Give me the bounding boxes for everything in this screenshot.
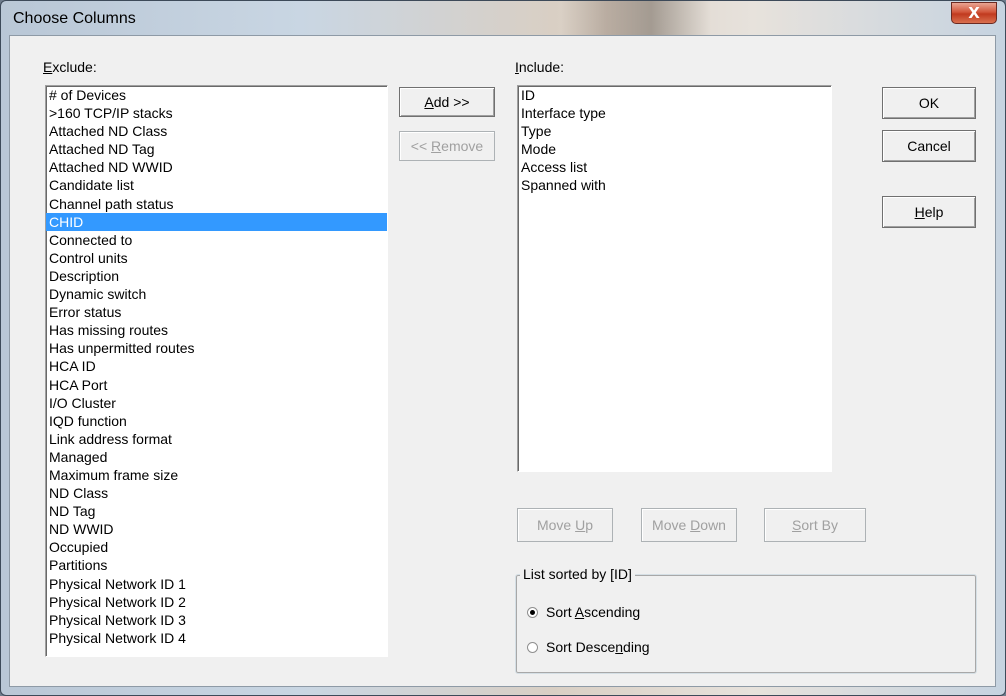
exclude-list-item[interactable]: Dynamic switch xyxy=(46,285,387,303)
exclude-list-item[interactable]: Error status xyxy=(46,303,387,321)
close-button[interactable]: X xyxy=(951,2,997,24)
cancel-button[interactable]: Cancel xyxy=(882,130,976,162)
radio-selected-icon xyxy=(527,606,538,618)
exclude-list-item[interactable]: ND Class xyxy=(46,484,387,502)
exclude-list-item[interactable]: Connected to xyxy=(46,231,387,249)
ok-button[interactable]: OK xyxy=(882,87,976,119)
exclude-list-item[interactable]: Link address format xyxy=(46,430,387,448)
exclude-list-item[interactable]: ND WWID xyxy=(46,520,387,538)
exclude-list-item[interactable]: Physical Network ID 2 xyxy=(46,593,387,611)
exclude-list-item[interactable]: Occupied xyxy=(46,538,387,556)
title-bar-decoration xyxy=(561,1,711,37)
remove-button[interactable]: << Remove xyxy=(399,131,495,161)
exclude-list-item[interactable]: Description xyxy=(46,267,387,285)
sort-ascending-radio[interactable]: Sort Ascending xyxy=(527,604,640,620)
radio-unselected-icon xyxy=(527,641,538,653)
exclude-list-item[interactable]: Channel path status xyxy=(46,195,387,213)
exclude-list-item[interactable]: I/O Cluster xyxy=(46,394,387,412)
include-label: Include: xyxy=(515,59,565,75)
exclude-list-item[interactable]: Partitions xyxy=(46,556,387,574)
exclude-list-item[interactable]: ND Tag xyxy=(46,502,387,520)
exclude-list-item[interactable]: Has unpermitted routes xyxy=(46,339,387,357)
exclude-label: Exclude: xyxy=(43,59,97,75)
exclude-list-item[interactable]: IQD function xyxy=(46,412,387,430)
exclude-list-item[interactable]: Attached ND Tag xyxy=(46,140,387,158)
exclude-list-item[interactable]: Maximum frame size xyxy=(46,466,387,484)
exclude-list-item[interactable]: HCA ID xyxy=(46,357,387,375)
include-list-item[interactable]: Mode xyxy=(518,140,831,158)
close-icon: X xyxy=(968,4,980,22)
include-list-item[interactable]: ID xyxy=(518,86,831,104)
help-button[interactable]: Help xyxy=(882,196,976,228)
exclude-list-item[interactable]: Control units xyxy=(46,249,387,267)
move-down-button[interactable]: Move Down xyxy=(641,508,737,542)
sort-descending-label: Sort Descending xyxy=(546,639,650,655)
include-list-item[interactable]: Spanned with xyxy=(518,176,831,194)
include-list-item[interactable]: Type xyxy=(518,122,831,140)
include-list-item[interactable]: Interface type xyxy=(518,104,831,122)
include-listbox[interactable]: ID Interface type Type Mode Access list Spann… xyxy=(517,85,832,472)
exclude-list-item[interactable]: Managed xyxy=(46,448,387,466)
include-list-item[interactable]: Access list xyxy=(518,158,831,176)
exclude-list-item[interactable]: Candidate list xyxy=(46,176,387,194)
exclude-list-item[interactable]: Has missing routes xyxy=(46,321,387,339)
add-button[interactable]: Add >> xyxy=(399,87,495,117)
title-bar[interactable]: Choose Columns X xyxy=(1,1,1005,37)
sort-order-groupbox xyxy=(515,574,977,674)
sort-order-group-title: List sorted by [ID] xyxy=(520,566,635,582)
exclude-list-item[interactable]: Physical Network ID 1 xyxy=(46,575,387,593)
exclude-list-item[interactable]: Physical Network ID 4 xyxy=(46,629,387,647)
sort-ascending-label: Sort Ascending xyxy=(546,604,641,620)
sort-descending-radio[interactable]: Sort Descending xyxy=(527,639,650,655)
exclude-list-item[interactable]: Attached ND WWID xyxy=(46,158,387,176)
exclude-listbox[interactable]: # of Devices >160 TCP/IP stacks Attached N… xyxy=(45,85,388,657)
exclude-list-item[interactable]: >160 TCP/IP stacks xyxy=(46,104,387,122)
exclude-list-item[interactable]: Attached ND Class xyxy=(46,122,387,140)
exclude-list-item[interactable]: HCA Port xyxy=(46,376,387,394)
exclude-list-item[interactable]: CHID xyxy=(46,212,387,231)
exclude-list-item[interactable]: Physical Network ID 3 xyxy=(46,611,387,629)
dialog-title: Choose Columns xyxy=(13,10,136,27)
sort-by-button[interactable]: Sort By xyxy=(764,508,866,542)
move-up-button[interactable]: Move Up xyxy=(517,508,613,542)
dialog-window: Choose Columns X Exclude: # of Devices >1… xyxy=(0,0,1006,696)
exclude-list-item[interactable]: # of Devices xyxy=(46,86,387,104)
dialog-client-area: Exclude: # of Devices >160 TCP/IP stacks A… xyxy=(9,35,996,687)
